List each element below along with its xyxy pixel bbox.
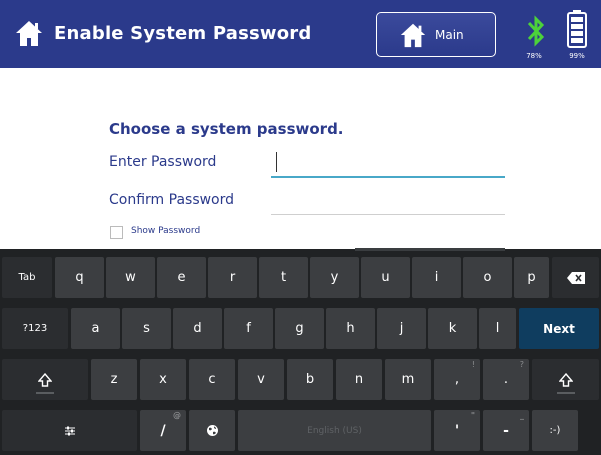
key-y[interactable]: y: [310, 257, 359, 298]
home-icon: [400, 23, 426, 48]
key-period-label: .: [503, 372, 509, 387]
key-language[interactable]: [189, 410, 235, 451]
key-x[interactable]: x: [140, 359, 186, 400]
on-screen-keyboard: Tab q w e r t y u i o p ?123 a s d f g h…: [0, 248, 601, 455]
key-period[interactable]: . ?: [483, 359, 529, 400]
key-p[interactable]: p: [514, 257, 549, 298]
confirm-password-label: Confirm Password: [109, 192, 235, 208]
key-j[interactable]: j: [377, 308, 426, 349]
key-comma-label: ,: [454, 372, 460, 387]
key-z[interactable]: z: [91, 359, 137, 400]
key-smiley[interactable]: :-): [532, 410, 578, 451]
key-period-alt: ?: [519, 360, 524, 369]
key-tab[interactable]: Tab: [2, 257, 52, 298]
key-b[interactable]: b: [287, 359, 333, 400]
bluetooth-icon: [527, 15, 545, 47]
key-f[interactable]: f: [224, 308, 273, 349]
show-password-label[interactable]: Show Password: [131, 226, 200, 236]
page-title: Enable System Password: [54, 23, 312, 44]
key-s[interactable]: s: [122, 308, 171, 349]
enter-password-label: Enter Password: [109, 154, 217, 170]
bluetooth-percent: 78%: [526, 52, 542, 60]
enter-password-field[interactable]: [271, 148, 505, 178]
main-button[interactable]: Main: [376, 12, 496, 57]
key-d[interactable]: d: [173, 308, 222, 349]
main-button-label: Main: [435, 28, 464, 42]
key-dash[interactable]: - _: [483, 410, 529, 451]
key-t[interactable]: t: [259, 257, 308, 298]
key-dash-label: -: [503, 422, 509, 439]
key-shift-right[interactable]: [532, 359, 599, 400]
shift-icon: [558, 372, 573, 387]
key-apostrophe-label: ': [454, 422, 460, 439]
form-heading: Choose a system password.: [109, 120, 344, 138]
key-shift-left[interactable]: [2, 359, 88, 400]
key-w[interactable]: w: [106, 257, 155, 298]
battery-percent: 99%: [569, 52, 585, 60]
key-symbols[interactable]: ?123: [2, 308, 68, 349]
key-c[interactable]: c: [189, 359, 235, 400]
key-n[interactable]: n: [336, 359, 382, 400]
key-backspace[interactable]: [552, 257, 599, 298]
key-l[interactable]: l: [479, 308, 516, 349]
key-h[interactable]: h: [326, 308, 375, 349]
key-u[interactable]: u: [361, 257, 410, 298]
home-icon[interactable]: [14, 18, 44, 48]
key-apostrophe[interactable]: ' ": [434, 410, 480, 451]
title-bar: Enable System Password Main 78% 99%: [0, 0, 601, 68]
shift-indicator: [36, 392, 54, 394]
globe-icon: [206, 425, 218, 436]
keyboard-top-tab: [355, 248, 505, 251]
key-space[interactable]: English (US): [238, 410, 431, 451]
show-password-checkbox[interactable]: [110, 226, 123, 239]
battery-icon: [567, 10, 587, 48]
key-slash-alt: @: [173, 411, 181, 420]
backspace-icon: [566, 271, 585, 284]
key-settings[interactable]: [2, 410, 137, 451]
key-o[interactable]: o: [463, 257, 512, 298]
key-g[interactable]: g: [275, 308, 324, 349]
key-q[interactable]: q: [55, 257, 104, 298]
settings-sliders-icon: [64, 426, 75, 435]
text-cursor: [276, 152, 277, 172]
key-dash-alt: _: [520, 411, 524, 420]
shift-indicator: [556, 392, 575, 394]
key-apostrophe-alt: ": [470, 411, 475, 420]
key-comma-alt: !: [471, 360, 475, 369]
key-slash[interactable]: / @: [140, 410, 186, 451]
key-a[interactable]: a: [71, 308, 120, 349]
shift-icon: [38, 372, 52, 387]
key-v[interactable]: v: [238, 359, 284, 400]
key-i[interactable]: i: [412, 257, 461, 298]
key-e[interactable]: e: [157, 257, 206, 298]
key-k[interactable]: k: [428, 308, 477, 349]
key-m[interactable]: m: [385, 359, 431, 400]
key-comma[interactable]: , !: [434, 359, 480, 400]
confirm-password-field[interactable]: [271, 186, 505, 215]
key-slash-label: /: [160, 422, 166, 439]
key-r[interactable]: r: [208, 257, 257, 298]
key-next[interactable]: Next: [519, 308, 599, 349]
